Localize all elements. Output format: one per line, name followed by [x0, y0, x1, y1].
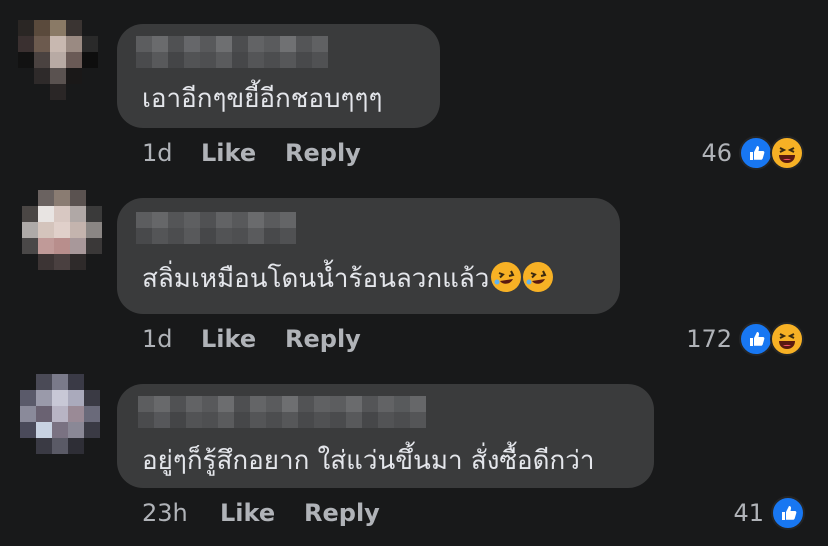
comment-text: อยู่ๆก็รู้สึกอยาก ใส่แว่นขึ้นมา สั่งซื้อ… [142, 446, 595, 476]
like-icon [739, 322, 773, 356]
comment-text: เอาอีกๆขยี้อีกชอบๆๆๆ [142, 84, 383, 114]
like-button[interactable]: Like [201, 324, 256, 354]
reaction-count[interactable]: 46 [680, 138, 732, 168]
avatar[interactable] [18, 20, 98, 100]
like-button[interactable]: Like [201, 138, 256, 168]
avatar[interactable] [22, 190, 102, 270]
haha-icon [770, 322, 804, 356]
author-name-redacted [136, 212, 296, 244]
comment-timestamp[interactable]: 23h [142, 498, 188, 528]
rolling-laughing-icon [523, 262, 554, 292]
like-icon [771, 496, 805, 530]
reply-button[interactable]: Reply [285, 324, 361, 354]
author-name-redacted [138, 396, 438, 428]
haha-icon [770, 136, 804, 170]
rolling-laughing-icon [491, 262, 522, 292]
avatar[interactable] [20, 374, 100, 454]
like-icon [739, 136, 773, 170]
like-button[interactable]: Like [220, 498, 275, 528]
comment-timestamp[interactable]: 1d [142, 324, 173, 354]
reaction-count[interactable]: 172 [670, 324, 732, 354]
author-name-redacted [136, 36, 336, 68]
comment-text: สลิ่มเหมือนโดนน้ำร้อนลวกแล้ว [142, 262, 554, 296]
reply-button[interactable]: Reply [285, 138, 361, 168]
reaction-count[interactable]: 41 [710, 498, 764, 528]
comment-timestamp[interactable]: 1d [142, 138, 173, 168]
reply-button[interactable]: Reply [304, 498, 380, 528]
comment-text-content: สลิ่มเหมือนโดนน้ำร้อนลวกแล้ว [142, 264, 490, 294]
